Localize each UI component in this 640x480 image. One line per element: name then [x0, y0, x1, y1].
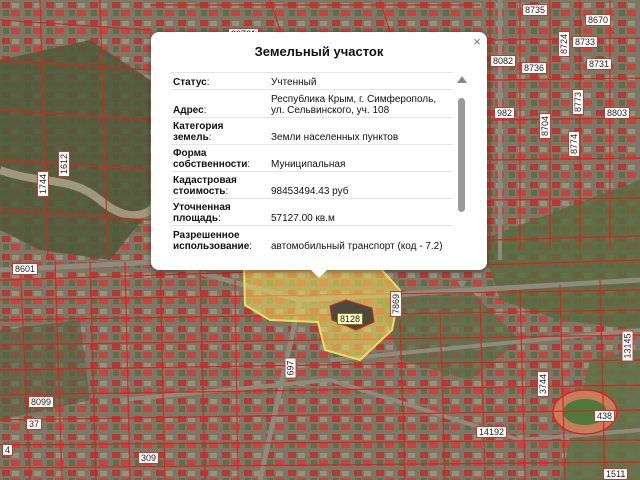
attr-key: Адрес: [173, 105, 204, 116]
parcel-label: 37: [26, 418, 43, 430]
parcel-info-popup: × Земельный участок Статус: Учтенный Адр…: [151, 32, 487, 288]
parcel-label: 1744: [37, 170, 50, 198]
parcel-label: 7869: [390, 290, 403, 318]
attr-row-address: Адрес: Республика Крым, г. Симферополь, …: [171, 89, 453, 118]
scroll-thumb[interactable]: [458, 98, 465, 212]
parcel-label: 8704: [539, 112, 552, 140]
parcel-label: 3744: [537, 370, 550, 398]
popup-scrollbar[interactable]: [455, 76, 469, 288]
parcel-label: 8601: [12, 263, 39, 275]
parcel-label: 1612: [58, 150, 71, 178]
parcel-label: 8735: [522, 4, 549, 16]
attr-value: Муниципальная: [257, 144, 453, 172]
cadastral-map[interactable]: 20761 8735 8670 8733 8724 8082 8736 8731…: [0, 0, 640, 480]
parcel-label: 8724: [558, 30, 571, 58]
parcel-label: 8082: [490, 55, 517, 67]
attr-key: Статус: [173, 77, 207, 88]
parcel-label: 1511: [603, 468, 629, 480]
popup-title: Земельный участок: [254, 44, 384, 59]
attr-key: Категория земель: [173, 121, 224, 143]
attr-key: Форма собственности: [173, 148, 248, 170]
parcel-label-selected: 8128: [337, 313, 364, 325]
parcel-label: 8099: [28, 396, 55, 408]
attr-value: автомобильный транспорт (код - 7.2): [257, 225, 453, 253]
attr-key: Разрешенное использование: [173, 229, 250, 252]
attr-value: Учтенный: [257, 72, 453, 90]
attr-row-area: Уточненная площадь: 57127.00 кв.м: [171, 198, 453, 226]
attr-value: 98453494.43 руб: [257, 171, 453, 199]
parcel-label: 8773: [572, 88, 585, 116]
attr-key: Уточненная площадь: [173, 202, 231, 224]
parcel-label: 13145: [621, 330, 634, 362]
parcel-label: 982: [494, 107, 516, 119]
parcel-label: 8774: [568, 130, 581, 158]
attribute-table: Статус: Учтенный Адрес: Республика Крым,…: [171, 72, 453, 253]
parcel-label: 697: [284, 357, 297, 379]
parcel-label: 8736: [521, 62, 548, 74]
parcel-label: 309: [138, 452, 160, 464]
popup-pointer: [309, 268, 329, 278]
parcel-label: 8733: [572, 36, 599, 48]
attr-row-cadastral-value: Кадастровая стоимость: 98453494.43 руб: [171, 171, 453, 199]
parcel-label: 8670: [585, 14, 612, 26]
attr-row-status: Статус: Учтенный: [171, 72, 453, 90]
attr-value: Республика Крым, г. Симферополь, ул. Сел…: [257, 89, 453, 118]
scroll-up-arrow-icon[interactable]: [457, 76, 467, 83]
attr-row-category: Категория земель: Земли населенных пункт…: [171, 117, 453, 145]
scroll-down-arrow-icon[interactable]: [457, 281, 467, 288]
parcel-label: 8731: [586, 58, 613, 70]
parcel-label: 4: [2, 444, 14, 456]
parcel-label: 438: [594, 410, 616, 422]
attr-value: Земли населенных пунктов: [257, 117, 453, 145]
attribute-list[interactable]: Статус: Учтенный Адрес: Республика Крым,…: [171, 72, 453, 262]
attr-value: 57127.00 кв.м: [257, 198, 453, 226]
attr-row-permitted-use: Разрешенное использование: автомобильный…: [171, 225, 453, 253]
parcel-label: 14192: [476, 426, 508, 438]
attr-row-ownership: Форма собственности: Муниципальная: [171, 144, 453, 172]
parcel-label: 8803: [604, 107, 631, 119]
